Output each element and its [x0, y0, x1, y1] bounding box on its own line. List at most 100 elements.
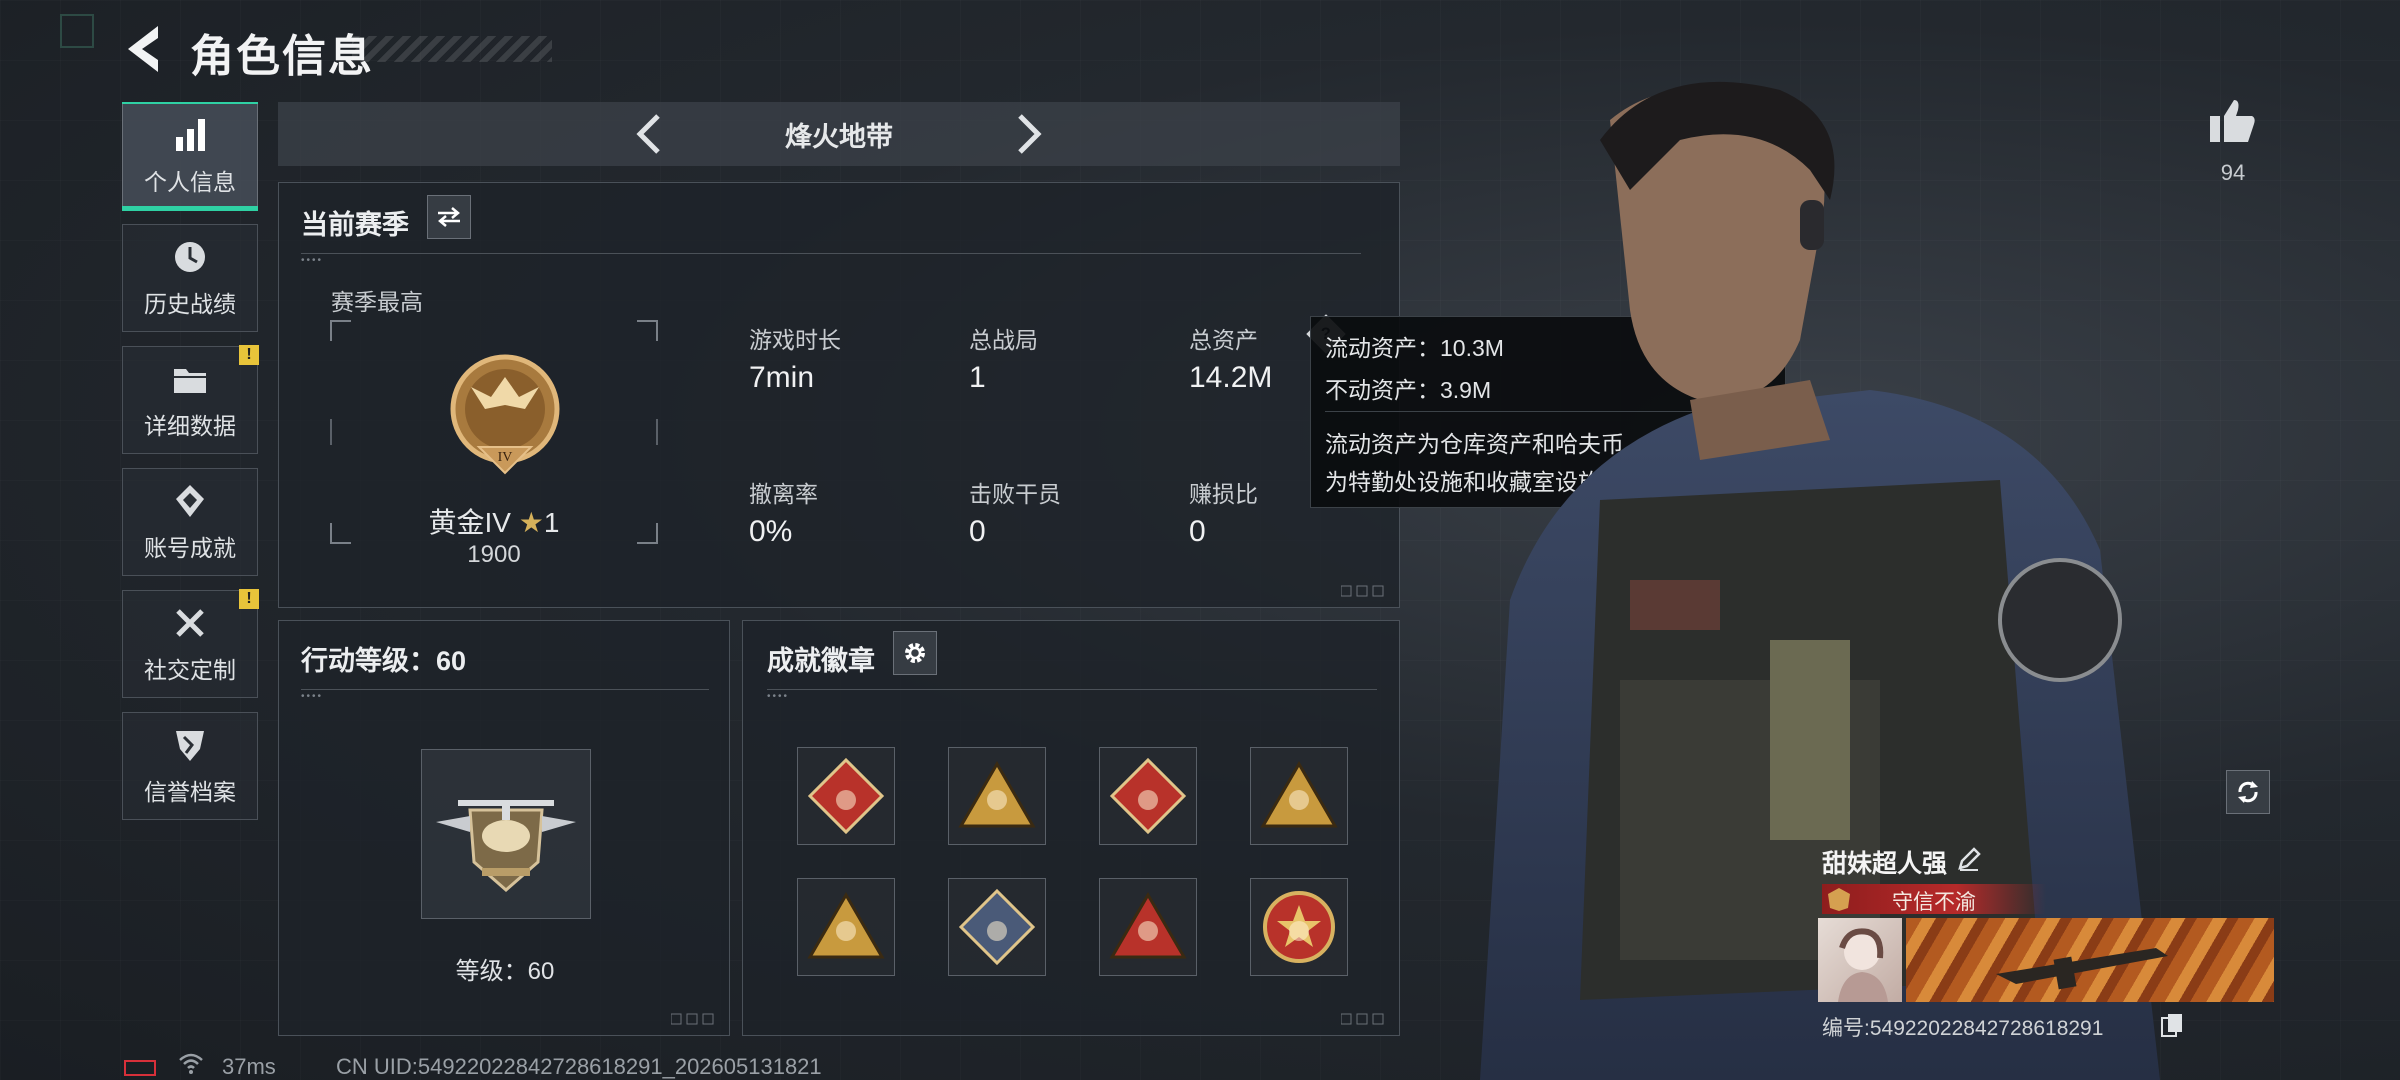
player-name: 甜妹超人强 [1822, 850, 1948, 878]
panel-corner-decoration [671, 1013, 714, 1025]
sidebar-item-label: 社交定制 [144, 657, 236, 683]
level-emblem-frame [421, 749, 591, 919]
achievement-badge[interactable] [948, 878, 1046, 976]
rank-stars: 1 [543, 507, 560, 538]
title-tag: 守信不渝 [1822, 884, 2046, 914]
gold-rank-emblem-icon: IV [450, 354, 560, 475]
action-level-title: 行动等级：60 [301, 646, 467, 676]
achievement-badge[interactable] [948, 747, 1046, 845]
title-stripes-decoration [352, 36, 552, 62]
svg-text:IV: IV [498, 450, 513, 465]
achievement-badge[interactable] [1099, 878, 1197, 976]
mode-prev-button[interactable] [630, 110, 670, 158]
stat-label-profit-ratio: 赚损比 [1189, 481, 1258, 507]
wifi-icon [179, 1053, 203, 1074]
achievement-badge[interactable] [1250, 747, 1348, 845]
season-title: 当前赛季 [301, 210, 409, 240]
uid-text: CN UID:54922022842728618291_202605131821 [336, 1054, 822, 1079]
ping-text: 37ms [222, 1054, 276, 1079]
sidebar-item-label: 详细数据 [144, 413, 236, 439]
achievements-title: 成就徽章 [767, 646, 875, 676]
clock-history-icon [175, 242, 205, 272]
stat-label-playtime: 游戏时长 [749, 327, 841, 353]
achievements-panel: 成就徽章 •••• [742, 620, 1400, 1036]
achievement-badge[interactable] [1250, 878, 1348, 976]
back-button[interactable] [120, 22, 170, 76]
rank-name: 黄金IV [428, 507, 511, 538]
number-one-badge-icon [1109, 892, 1187, 959]
back-arrow-icon [128, 26, 158, 72]
player-id: 编号:5492202284272861829​1 [1822, 1017, 2104, 1040]
copy-id-button[interactable] [2160, 1012, 2184, 1038]
rifle-badge-icon [958, 888, 1036, 966]
sidebar-item-reputation[interactable]: 信誉档案 [122, 712, 258, 820]
runner-badge-icon [807, 757, 885, 835]
rank-points: 1900 [467, 541, 521, 568]
star-emblem-badge-icon [1263, 891, 1335, 963]
achievements-divider [767, 689, 1377, 690]
rank-name-row: 黄金IV ★1 [369, 501, 619, 541]
panel-corner-decoration [1341, 1013, 1384, 1025]
action-level-panel: 行动等级：60 •••• 等级：60 [278, 620, 730, 1036]
refresh-icon [2238, 781, 2258, 803]
achievement-badge[interactable] [797, 878, 895, 976]
player-banner [1906, 918, 2274, 1002]
stat-value-extraction-rate: 0% [749, 515, 793, 548]
sidebar-item-label: 历史战绩 [144, 291, 236, 317]
season-divider [301, 253, 1361, 254]
divider-dots: •••• [301, 691, 324, 702]
avatar-portrait-icon [1838, 928, 1888, 1002]
achievements-settings-button[interactable] [893, 631, 937, 675]
banner-weapon-icon [1996, 948, 2168, 990]
sidebar-item-personal-info[interactable]: 个人信息 [122, 102, 258, 211]
helicopter-emblem-icon [436, 800, 576, 892]
sidebar-item-achievements[interactable]: 账号成就 [122, 468, 258, 576]
edit-name-button[interactable] [1956, 846, 1982, 872]
alert-badge: ! [239, 345, 259, 365]
stat-label-total-matches: 总战局 [969, 327, 1038, 353]
achievement-badge[interactable] [797, 747, 895, 845]
stat-value-kills: 0 [969, 515, 986, 548]
season-panel: 当前赛季 •••• 赛季最高 IV 黄金IV ★1 1900 游戏时长 7min… [278, 182, 1400, 608]
sidebar-item-detailed-data[interactable]: 详细数据 ! [122, 345, 259, 454]
season-best-label: 赛季最高 [331, 289, 423, 315]
mode-next-button[interactable] [1008, 110, 1048, 158]
likes-count: 94 [2220, 160, 2246, 185]
battery-icon [124, 1060, 156, 1076]
panel-corner-decoration [1341, 585, 1384, 597]
sidebar-item-history[interactable]: 历史战绩 [122, 224, 258, 332]
stat-value-total-matches: 1 [969, 361, 986, 394]
folder-icon [174, 369, 206, 393]
sidebar-item-social[interactable]: 社交定制 ! [122, 589, 259, 698]
stat-value-profit-ratio: 0 [1189, 515, 1206, 548]
stat-label-kills: 击败干员 [969, 481, 1061, 507]
sidebar-item-label: 个人信息 [144, 169, 236, 195]
dragon-badge-icon [1109, 757, 1187, 835]
swap-arrows-icon [438, 207, 460, 227]
refresh-button[interactable] [2226, 770, 2270, 814]
stat-value-playtime: 7min [749, 361, 815, 394]
divider-dots: •••• [767, 691, 790, 702]
stat-label-total-assets: 总资产 [1189, 327, 1258, 353]
alert-badge: ! [239, 589, 259, 609]
achievement-badge[interactable] [1099, 747, 1197, 845]
mode-selector: 烽火地带 [278, 102, 1400, 166]
season-switch-button[interactable] [427, 195, 471, 239]
thumbs-up-button[interactable] [2208, 98, 2258, 144]
divider-dots: •••• [301, 255, 324, 266]
stat-value-total-assets: 14.2M [1189, 361, 1273, 394]
player-avatar[interactable] [1818, 918, 1902, 1002]
page-title: 角色信息 [190, 32, 374, 81]
diamond-badge-icon [176, 485, 204, 517]
corner-marker [60, 14, 94, 48]
shield-icon [176, 731, 204, 761]
action-level-divider [301, 689, 709, 690]
bar-chart-icon [176, 119, 205, 151]
soldiers-badge-icon [807, 892, 885, 959]
title-tag-text: 守信不渝 [1892, 891, 1976, 914]
gear-icon [905, 643, 925, 663]
stat-label-extraction-rate: 撤离率 [749, 481, 818, 507]
mode-name: 烽火地带 [785, 121, 893, 152]
helmet-badge-icon [1260, 761, 1338, 828]
level-text: 等级：60 [455, 958, 555, 985]
